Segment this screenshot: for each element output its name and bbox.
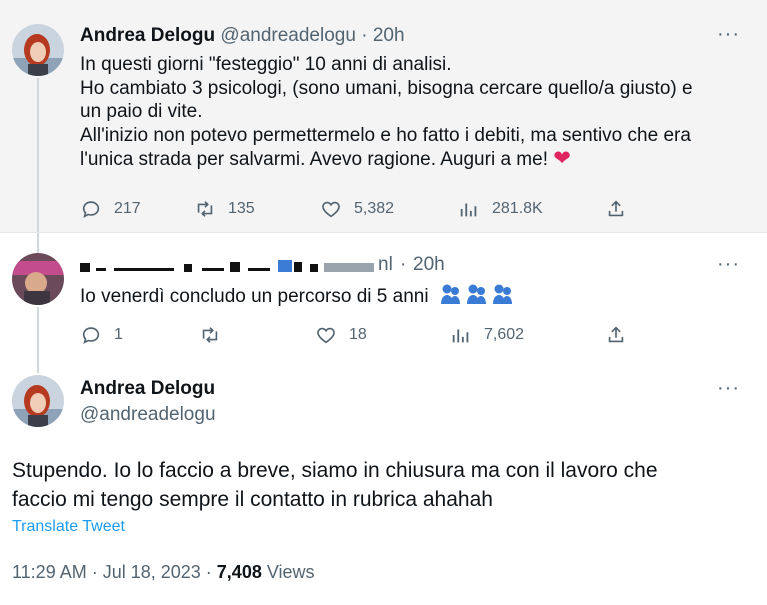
- tweet-line: l'unica strada per salvarmi. Avevo ragio…: [80, 147, 571, 170]
- thread-line: [37, 307, 39, 373]
- display-name[interactable]: Andrea Delogu: [80, 378, 215, 400]
- tweet-text: Io venerdì concludo un percorso di 5 ann…: [80, 283, 516, 312]
- more-options-icon[interactable]: ···: [717, 377, 740, 400]
- tweet-line: Stupendo. Io lo faccio a breve, siamo in…: [12, 459, 658, 482]
- tweet-line: All'inizio non potevo permettermelo e ho…: [80, 124, 691, 146]
- separator: ·: [400, 254, 407, 275]
- share-icon: [608, 326, 624, 343]
- analytics-icon: [452, 329, 469, 343]
- share-button[interactable]: [605, 324, 639, 346]
- user-handle[interactable]: @andreadelogu: [220, 25, 356, 46]
- tweet-line: In questi giorni "festeggio" 10 anni di …: [80, 54, 452, 75]
- tweet-text: In questi giorni "festeggio" 10 anni di …: [80, 53, 693, 172]
- red-heart-emoji: ❤: [553, 147, 571, 170]
- thread-line: [37, 233, 39, 255]
- share-icon: [608, 200, 624, 217]
- views-count: 7,408: [216, 562, 262, 582]
- people-hugging-emoji: [440, 283, 516, 312]
- tweet-line: faccio mi tengo sempre il contatto in ru…: [12, 488, 493, 511]
- reply-button[interactable]: 217: [80, 198, 141, 220]
- timestamp[interactable]: 11:29 AM · Jul 18, 2023 ·: [12, 562, 217, 582]
- reply-icon: [82, 327, 100, 344]
- thread-line: [37, 78, 39, 238]
- avatar[interactable]: [12, 24, 64, 76]
- tweet-header: Andrea Delogu @andreadelogu · 20h: [80, 25, 405, 47]
- tweet-reply[interactable]: nl · 20h ··· Io venerdì concludo un perc…: [0, 232, 767, 373]
- retweet-button[interactable]: 135: [194, 198, 255, 220]
- user-handle[interactable]: @andreadelogu: [80, 404, 216, 426]
- tweet-time[interactable]: 20h: [373, 25, 405, 46]
- redacted-header: nl · 20h: [80, 254, 500, 280]
- retweet-button[interactable]: [199, 324, 233, 346]
- views-button[interactable]: 7,602: [450, 324, 524, 346]
- reply-icon: [82, 201, 100, 218]
- avatar[interactable]: [12, 375, 64, 427]
- reply-button[interactable]: 1: [80, 324, 123, 346]
- heart-icon: [322, 201, 340, 218]
- tweet-original[interactable]: Andrea Delogu @andreadelogu · 20h ··· In…: [0, 0, 767, 238]
- heart-icon: [317, 327, 335, 344]
- more-options-icon[interactable]: ···: [717, 23, 740, 46]
- tweet-line: un paio di vite.: [80, 101, 203, 122]
- separator: ·: [361, 25, 368, 46]
- retweet-icon: [197, 201, 213, 217]
- translate-tweet-link[interactable]: Translate Tweet: [12, 518, 125, 536]
- like-button[interactable]: 5,382: [320, 198, 394, 220]
- avatar[interactable]: [12, 253, 64, 305]
- like-button[interactable]: 18: [315, 324, 367, 346]
- tweet-time[interactable]: 20h: [413, 254, 445, 276]
- analytics-icon: [460, 203, 477, 217]
- tweet-text: Stupendo. Io lo faccio a breve, siamo in…: [12, 456, 658, 514]
- display-name[interactable]: Andrea Delogu: [80, 25, 215, 46]
- share-button[interactable]: [605, 198, 639, 220]
- tweet-line: Ho cambiato 3 psicologi, (sono umani, bi…: [80, 77, 693, 99]
- retweet-icon: [202, 327, 218, 343]
- tweet-meta: 11:29 AM · Jul 18, 2023 · 7,408 Views: [12, 562, 315, 583]
- views-label: Views: [261, 562, 315, 582]
- views-button[interactable]: 281.8K: [458, 198, 543, 220]
- user-handle[interactable]: nl: [378, 254, 393, 276]
- more-options-icon[interactable]: ···: [717, 253, 740, 276]
